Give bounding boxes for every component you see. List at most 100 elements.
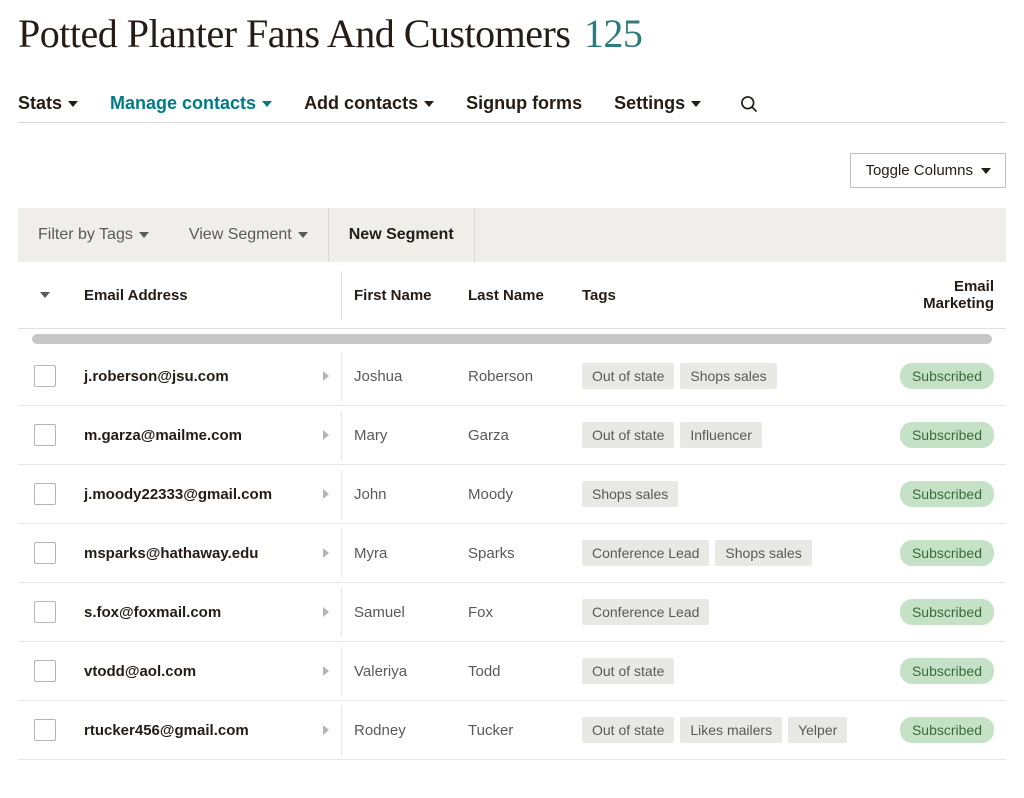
- row-email[interactable]: s.fox@foxmail.com: [72, 588, 342, 637]
- table-row: s.fox@foxmail.comSamuelFox Conference Lea…: [18, 583, 1006, 642]
- row-email-text: j.roberson@jsu.com: [84, 368, 229, 385]
- tag-chip[interactable]: Shops sales: [582, 481, 678, 507]
- tag-chip[interactable]: Out of state: [582, 717, 674, 743]
- chevron-right-icon: [323, 371, 329, 381]
- table-row: j.moody22333@gmail.com JohnMoody Shops sal…: [18, 465, 1006, 524]
- row-last-name: Moody: [456, 470, 570, 519]
- row-email-marketing: Subscribed: [876, 524, 1006, 582]
- chevron-down-icon: [139, 232, 149, 238]
- row-checkbox-cell: [18, 349, 72, 403]
- row-email[interactable]: m.garza@mailme.com: [72, 411, 342, 460]
- row-first-name: Rodney: [342, 706, 456, 755]
- tag-chip[interactable]: Out of state: [582, 422, 674, 448]
- nav-manage-contacts[interactable]: Manage contacts: [110, 93, 272, 114]
- chevron-right-icon: [323, 430, 329, 440]
- header-first-name[interactable]: First Name: [342, 271, 456, 320]
- row-first-name: John: [342, 470, 456, 519]
- row-first-name: Valeriya: [342, 647, 456, 696]
- row-tags: Out of stateShops sales: [570, 347, 876, 405]
- row-last-name: Fox: [456, 588, 570, 637]
- row-email[interactable]: j.moody22333@gmail.com: [72, 470, 342, 519]
- status-badge: Subscribed: [900, 363, 994, 389]
- tag-chip[interactable]: Likes mailers: [680, 717, 782, 743]
- page-title-text: Potted Planter Fans And Customers: [18, 11, 570, 56]
- header-last-name[interactable]: Last Name: [456, 271, 570, 320]
- nav-add-contacts[interactable]: Add contacts: [304, 93, 434, 114]
- row-checkbox-cell: [18, 644, 72, 698]
- new-segment-button[interactable]: New Segment: [328, 208, 475, 262]
- chevron-down-icon: [262, 101, 272, 107]
- row-tags: Conference LeadShops sales: [570, 524, 876, 582]
- chevron-down-icon: [981, 168, 991, 174]
- header-tags[interactable]: Tags: [570, 271, 876, 320]
- chevron-right-icon: [323, 489, 329, 499]
- status-badge: Subscribed: [900, 599, 994, 625]
- row-email[interactable]: rtucker456@gmail.com: [72, 706, 342, 755]
- segment-bar: Filter by Tags View Segment New Segment: [18, 208, 1006, 262]
- horizontal-scrollbar[interactable]: [32, 334, 992, 344]
- toggle-columns-button[interactable]: Toggle Columns: [850, 153, 1006, 188]
- row-checkbox-cell: [18, 408, 72, 462]
- view-segment-button[interactable]: View Segment: [169, 208, 328, 262]
- nav-signup-forms-label: Signup forms: [466, 93, 582, 114]
- row-email-marketing: Subscribed: [876, 701, 1006, 759]
- status-badge: Subscribed: [900, 422, 994, 448]
- tag-chip[interactable]: Shops sales: [715, 540, 811, 566]
- chevron-down-icon: [691, 101, 701, 107]
- filter-by-tags-button[interactable]: Filter by Tags: [18, 208, 169, 262]
- row-email-marketing: Subscribed: [876, 583, 1006, 641]
- row-first-name: Samuel: [342, 588, 456, 637]
- row-email[interactable]: vtodd@aol.com: [72, 647, 342, 696]
- contact-count: 125: [584, 11, 643, 56]
- nav-settings[interactable]: Settings: [614, 93, 701, 114]
- toolbar-right: Toggle Columns: [18, 153, 1006, 188]
- row-tags: Shops sales: [570, 465, 876, 523]
- search-icon[interactable]: [739, 94, 759, 114]
- filter-by-tags-label: Filter by Tags: [38, 226, 133, 244]
- table-row: rtucker456@gmail.com RodneyTucker Out of s…: [18, 701, 1006, 760]
- nav-signup-forms[interactable]: Signup forms: [466, 93, 582, 114]
- row-tags: Out of state: [570, 642, 876, 700]
- status-badge: Subscribed: [900, 540, 994, 566]
- row-tags: Conference Lead: [570, 583, 876, 641]
- status-badge: Subscribed: [900, 481, 994, 507]
- row-email-text: m.garza@mailme.com: [84, 427, 242, 444]
- row-last-name: Roberson: [456, 352, 570, 401]
- row-checkbox[interactable]: [34, 719, 56, 741]
- chevron-down-icon: [68, 101, 78, 107]
- row-checkbox[interactable]: [34, 660, 56, 682]
- chevron-right-icon: [323, 666, 329, 676]
- row-last-name: Tucker: [456, 706, 570, 755]
- row-email-text: j.moody22333@gmail.com: [84, 486, 272, 503]
- row-checkbox[interactable]: [34, 424, 56, 446]
- tag-chip[interactable]: Conference Lead: [582, 540, 709, 566]
- tag-chip[interactable]: Yelper: [788, 717, 847, 743]
- toggle-columns-label: Toggle Columns: [865, 162, 973, 179]
- row-checkbox[interactable]: [34, 365, 56, 387]
- row-checkbox[interactable]: [34, 542, 56, 564]
- tag-chip[interactable]: Out of state: [582, 363, 674, 389]
- row-checkbox[interactable]: [34, 483, 56, 505]
- nav-stats[interactable]: Stats: [18, 93, 78, 114]
- header-email[interactable]: Email Address: [72, 271, 342, 320]
- tag-chip[interactable]: Shops sales: [680, 363, 776, 389]
- header-email-marketing[interactable]: Email Marketing: [876, 262, 1006, 328]
- row-email[interactable]: msparks@hathaway.edu: [72, 529, 342, 578]
- chevron-down-icon: [298, 232, 308, 238]
- header-select-all[interactable]: [18, 276, 72, 314]
- chevron-down-icon: [40, 292, 50, 298]
- row-checkbox-cell: [18, 703, 72, 757]
- nav-stats-label: Stats: [18, 93, 62, 114]
- tag-chip[interactable]: Conference Lead: [582, 599, 709, 625]
- row-email-text: rtucker456@gmail.com: [84, 722, 249, 739]
- row-last-name: Todd: [456, 647, 570, 696]
- tag-chip[interactable]: Influencer: [680, 422, 761, 448]
- row-email[interactable]: j.roberson@jsu.com: [72, 352, 342, 401]
- nav-add-contacts-label: Add contacts: [304, 93, 418, 114]
- row-email-text: msparks@hathaway.edu: [84, 545, 258, 562]
- tag-chip[interactable]: Out of state: [582, 658, 674, 684]
- row-checkbox[interactable]: [34, 601, 56, 623]
- chevron-down-icon: [424, 101, 434, 107]
- row-tags: Out of stateInfluencer: [570, 406, 876, 464]
- row-email-marketing: Subscribed: [876, 347, 1006, 405]
